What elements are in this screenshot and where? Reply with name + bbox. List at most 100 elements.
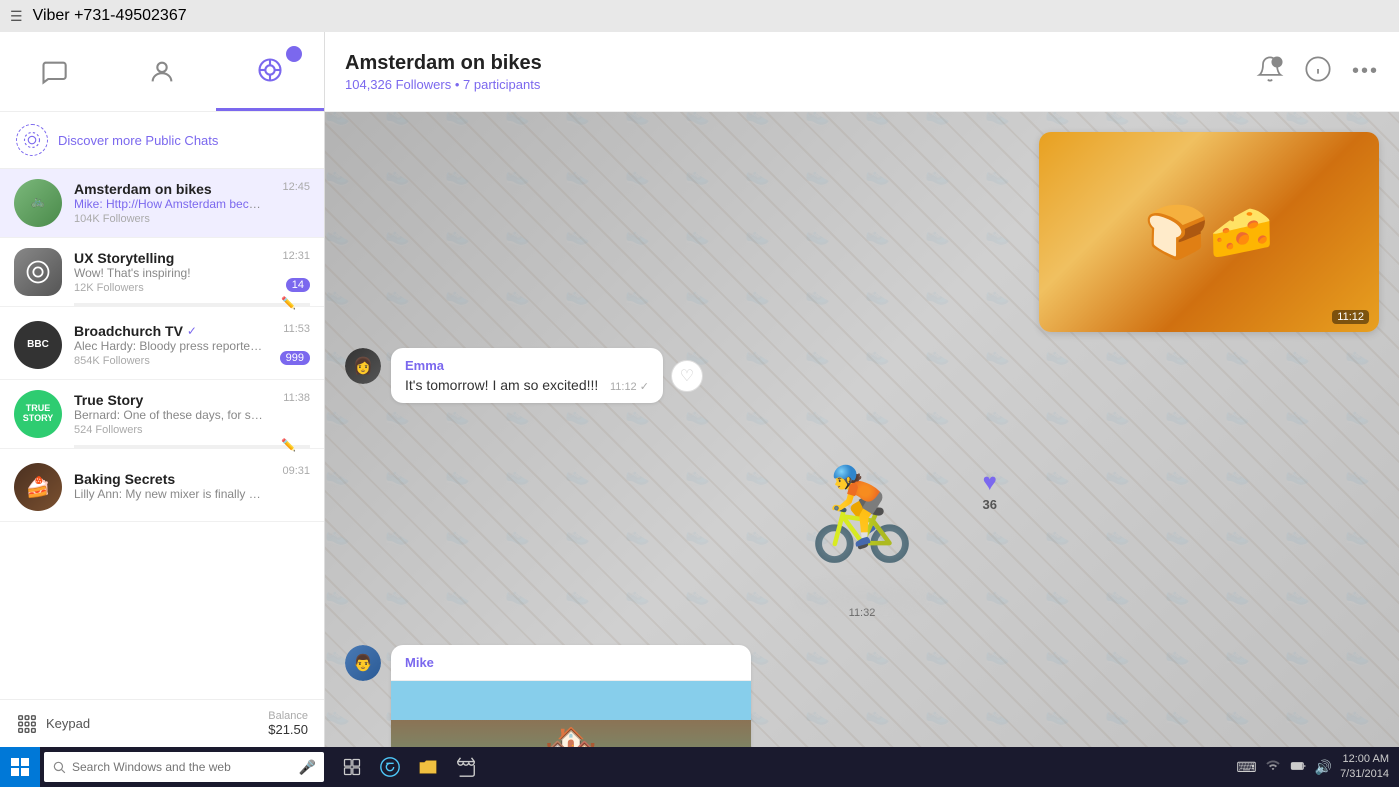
keypad-button[interactable]: Keypad (16, 713, 90, 735)
start-button[interactable] (0, 747, 40, 787)
taskbar: 🎤 ⌨ (0, 747, 1399, 787)
sticker-likes: ♥ 36 (983, 469, 997, 512)
chat-item-baking[interactable]: 🍰 Baking Secrets Lilly Ann: My new mixer… (0, 453, 324, 522)
chat-name-baking: Baking Secrets (74, 471, 175, 487)
chat-followers-count: 104,326 Followers (345, 77, 451, 92)
chat-separator: • (455, 77, 463, 92)
chat-subtitle: 104,326 Followers • 7 participants (345, 77, 1256, 92)
avatar-baking: 🍰 (14, 463, 62, 511)
battery-icon[interactable] (1289, 758, 1307, 777)
sidebar-tabs (0, 32, 324, 112)
microphone-icon[interactable]: 🎤 (299, 759, 316, 776)
sidebar-bottom: Keypad Balance $21.50 (0, 699, 324, 747)
search-input[interactable] (72, 760, 293, 774)
sticker-cyclist: 🚴 (777, 429, 947, 599)
message-mike-link: 👨 Mike 🏘️🚲 How Amste (345, 645, 1379, 747)
chat-preview-broadchurch: Alec Hardy: Bloody press reporters. Elli… (74, 339, 264, 353)
chat-participants: 7 participants (463, 77, 540, 92)
verified-icon-broadchurch: ✓ (187, 324, 197, 338)
chat-info-amsterdam: Amsterdam on bikes Mike: Http://How Amst… (74, 181, 310, 225)
search-icon (52, 760, 66, 774)
chat-preview-truestory: Bernard: One of these days, for sure 😜 (74, 408, 264, 422)
balance-label: Balance (268, 710, 308, 722)
more-options-button[interactable]: ••• (1352, 60, 1379, 83)
keypad-label: Keypad (46, 716, 90, 731)
chat-followers-truestory: 524 Followers (74, 424, 310, 436)
chat-followers-ux: 12K Followers (74, 282, 310, 294)
chat-name-ux: UX Storytelling (74, 250, 174, 266)
chat-preview-baking: Lilly Ann: My new mixer is finally here! (74, 487, 264, 501)
search-box[interactable]: 🎤 (44, 752, 324, 782)
text-emma: It's tomorrow! I am so excited!!! 11:12 … (405, 377, 649, 393)
chat-badge-ux: 14 (286, 278, 310, 292)
file-explorer-icon[interactable] (410, 749, 446, 785)
main-app: Discover more Public Chats 🚲 Amsterdam o… (0, 32, 1399, 747)
chat-title: Amsterdam on bikes (345, 52, 1256, 75)
store-icon[interactable] (448, 749, 484, 785)
chat-list: 🚲 Amsterdam on bikes Mike: Http://How Am… (0, 169, 324, 699)
tab-public-chats[interactable] (216, 32, 324, 111)
link-card-amsterdam[interactable]: 🏘️🚲 How Amsterdam became the bicycle cap… (391, 680, 751, 747)
taskbar-time: 12:00 AM 7/31/2014 (1340, 752, 1389, 783)
taskbar-right: ⌨ 🔊 12:00 AM 7/31/2014 (1236, 752, 1399, 783)
hamburger-menu[interactable]: ☰ (10, 8, 23, 25)
windows-icon (11, 758, 29, 776)
image-time: 11:12 (1332, 310, 1369, 324)
message-emma: 👩 Emma It's tomorrow! I am so excited!!!… (345, 348, 1379, 403)
chat-info-truestory: True Story Bernard: One of these days, f… (74, 392, 310, 436)
task-view-button[interactable] (334, 749, 370, 785)
chat-time-baking: 09:31 (282, 465, 310, 477)
chat-info-ux: UX Storytelling Wow! That's inspiring! 1… (74, 250, 310, 294)
chat-time-ux: 12:31 (282, 250, 310, 262)
avatar-truestory: TRUESTORY (14, 390, 62, 438)
chat-area: Amsterdam on bikes 104,326 Followers • 7… (325, 32, 1399, 747)
chat-name-truestory: True Story (74, 392, 143, 408)
edge-browser-icon[interactable] (372, 749, 408, 785)
sticker-like-count: 36 (983, 497, 997, 512)
clock-time: 12:00 AM (1340, 752, 1389, 767)
tab-contacts[interactable] (108, 32, 216, 111)
food-image: 11:12 (1039, 132, 1379, 332)
balance-info: Balance $21.50 (268, 710, 308, 737)
discover-banner[interactable]: Discover more Public Chats (0, 112, 324, 169)
image-message-food: 11:12 (345, 132, 1379, 332)
chat-header-info: Amsterdam on bikes 104,326 Followers • 7… (345, 52, 1256, 92)
info-button[interactable] (1304, 55, 1332, 89)
chat-header: Amsterdam on bikes 104,326 Followers • 7… (325, 32, 1399, 112)
sticker-time: 11:32 (777, 607, 947, 619)
discover-icon (16, 124, 48, 156)
chat-info-broadchurch: Broadchurch TV ✓ Alec Hardy: Bloody pres… (74, 323, 310, 367)
avatar-ux (14, 248, 62, 296)
chat-preview-amsterdam: Mike: Http://How Amsterdam became the bi… (74, 197, 264, 211)
like-button-emma[interactable]: ♡ (671, 360, 703, 392)
chat-header-actions: ••• (1256, 55, 1379, 89)
sender-mike: Mike (405, 655, 737, 670)
sender-emma: Emma (405, 358, 649, 373)
chat-item-amsterdam[interactable]: 🚲 Amsterdam on bikes Mike: Http://How Am… (0, 169, 324, 238)
discover-text: Discover more Public Chats (58, 133, 218, 148)
sticker-like-heart[interactable]: ♥ (983, 469, 997, 497)
tab-chats[interactable] (0, 32, 108, 111)
mike-sender-area: Mike (391, 645, 751, 680)
bubble-mike: Mike 🏘️🚲 How Amsterdam became the bicycl… (391, 645, 751, 747)
chat-followers-broadchurch: 854K Followers (74, 355, 310, 367)
chat-badge-broadchurch: 999 (280, 351, 310, 365)
chat-item-broadchurch[interactable]: BBC Broadchurch TV ✓ Alec Hardy: Bloody … (0, 311, 324, 380)
message-sticker: 🚴 11:32 ♥ 36 (345, 429, 1379, 619)
link-card-image: 🏘️🚲 (391, 681, 751, 747)
chat-time-truestory: 11:38 (283, 392, 310, 404)
chat-info-baking: Baking Secrets Lilly Ann: My new mixer i… (74, 471, 310, 503)
food-image-placeholder: 11:12 (1039, 132, 1379, 332)
notification-area-icon[interactable]: ⌨ (1236, 759, 1256, 776)
clock-date: 7/31/2014 (1340, 767, 1389, 782)
chat-item-ux[interactable]: UX Storytelling Wow! That's inspiring! 1… (0, 238, 324, 307)
notifications-button[interactable] (1256, 55, 1284, 89)
balance-amount: $21.50 (268, 722, 308, 737)
wifi-icon[interactable] (1265, 758, 1281, 777)
chat-followers-amsterdam: 104K Followers (74, 213, 310, 225)
chat-item-truestory[interactable]: TRUESTORY True Story Bernard: One of the… (0, 380, 324, 449)
messages-container: 11:12 👩 Emma It's tomorrow! I am so exci… (325, 112, 1399, 747)
avatar-mike: 👨 (345, 645, 381, 681)
sticker-container: 🚴 11:32 ♥ 36 (777, 429, 947, 619)
volume-icon[interactable]: 🔊 (1315, 759, 1332, 776)
